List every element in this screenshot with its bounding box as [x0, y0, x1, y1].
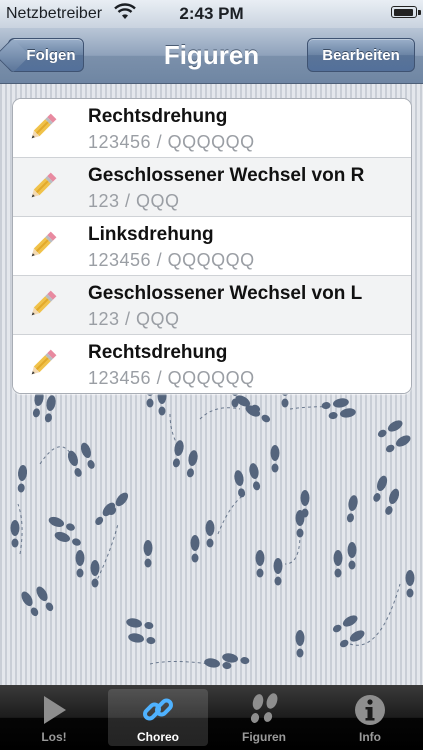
figure-title: Rechtsdrehung: [88, 342, 228, 363]
play-icon: [44, 696, 66, 724]
figure-title: Geschlossener Wechsel von L: [88, 283, 363, 304]
content-area[interactable]: Rechtsdrehung 123456 / QQQQQQ Geschlosse…: [0, 84, 423, 685]
figure-title: Geschlossener Wechsel von R: [88, 165, 365, 186]
figure-title: Rechtsdrehung: [88, 106, 228, 127]
tab-label: Info: [359, 730, 381, 744]
figures-list: Rechtsdrehung 123456 / QQQQQQ Geschlosse…: [12, 98, 412, 394]
tab-label: Figuren: [242, 730, 286, 744]
status-bar: Netzbetreiber 2:43 PM: [0, 0, 423, 28]
pencil-icon: [31, 113, 57, 139]
status-time: 2:43 PM: [179, 4, 244, 23]
info-icon: [355, 695, 385, 725]
edit-button[interactable]: Bearbeiten: [307, 38, 415, 72]
footprints-icon: [250, 693, 278, 723]
figure-count: 123456 / QQQQQQ: [88, 132, 255, 152]
list-item[interactable]: Rechtsdrehung 123456 / QQQQQQ: [13, 335, 411, 393]
tab-choreo[interactable]: Choreo: [108, 689, 208, 746]
figure-title: Linksdrehung: [88, 224, 214, 245]
tab-label: Los!: [41, 730, 67, 744]
tab-info[interactable]: Info: [320, 689, 420, 746]
list-item[interactable]: Geschlossener Wechsel von R 123 / QQQ: [13, 158, 411, 217]
tab-bar: Los! Choreo Figuren Info: [0, 685, 423, 750]
pencil-icon: [31, 290, 57, 316]
list-item[interactable]: Geschlossener Wechsel von L 123 / QQQ: [13, 276, 411, 335]
figure-count: 123456 / QQQQQQ: [88, 250, 255, 270]
figure-count: 123 / QQQ: [88, 309, 180, 329]
figure-count: 123 / QQQ: [88, 191, 180, 211]
figure-count: 123456 / QQQQQQ: [88, 368, 255, 388]
link-icon: [143, 698, 173, 721]
list-item[interactable]: Linksdrehung 123456 / QQQQQQ: [13, 217, 411, 276]
list-item[interactable]: Rechtsdrehung 123456 / QQQQQQ: [13, 99, 411, 158]
tab-label: Choreo: [137, 730, 179, 744]
pencil-icon: [31, 172, 57, 198]
tab-figuren[interactable]: Figuren: [214, 689, 314, 746]
tab-los[interactable]: Los!: [4, 689, 104, 746]
navigation-bar: Folgen Figuren Bearbeiten: [0, 28, 423, 84]
pencil-icon: [31, 231, 57, 257]
pencil-icon: [31, 349, 57, 375]
battery-icon: [391, 6, 421, 18]
back-button-label: Folgen: [26, 46, 76, 64]
